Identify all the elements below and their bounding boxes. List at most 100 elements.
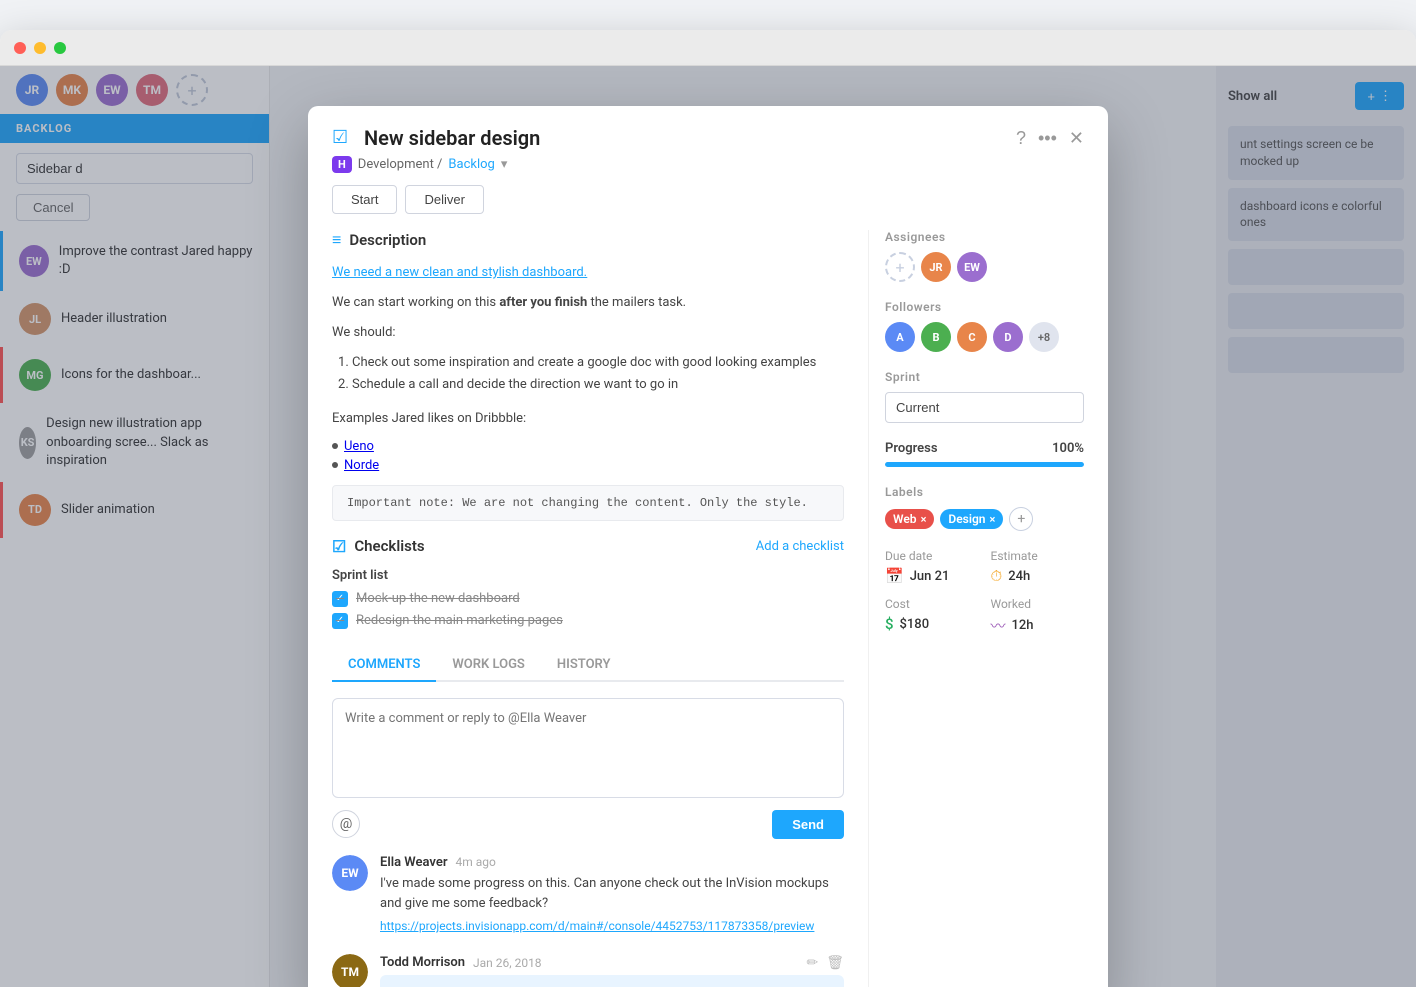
send-button[interactable]: Send — [772, 810, 844, 839]
close-modal-button[interactable]: ✕ — [1069, 128, 1084, 149]
modal-toolbar: Start Deliver — [308, 185, 1108, 230]
todd-comment-actions: ✏ 🗑 — [806, 954, 844, 971]
progress-bar-fill — [885, 462, 1084, 467]
dollar-icon: $ — [885, 615, 894, 633]
deliver-button[interactable]: Deliver — [405, 185, 483, 214]
modal-title-row: ☑ New sidebar design — [332, 126, 540, 150]
bullet-link-ueno: Ueno — [332, 439, 844, 454]
followers-more-badge: +8 — [1029, 322, 1059, 352]
modal-body: ≡ Description We need a new clean and st… — [308, 230, 1108, 987]
bullet-link-norde: Norde — [332, 458, 844, 473]
maximize-window-btn[interactable] — [54, 42, 66, 54]
description-underline-text: We need a new clean and stylish dashboar… — [332, 262, 844, 284]
add-checklist-link[interactable]: Add a checklist — [756, 539, 844, 554]
labels-row: Web × Design × + — [885, 507, 1084, 531]
checkbox-2[interactable]: ✓ — [332, 613, 348, 629]
more-options-button[interactable]: ••• — [1038, 128, 1057, 149]
start-button[interactable]: Start — [332, 185, 397, 214]
ella-time: 4m ago — [456, 855, 496, 869]
progress-bar-background — [885, 462, 1084, 467]
breadcrumb-chevron-icon: ▾ — [501, 157, 508, 172]
modal-actions: ? ••• ✕ — [1016, 128, 1084, 149]
comment-footer: @ Send — [332, 810, 844, 839]
ueno-link[interactable]: Ueno — [344, 439, 374, 454]
followers-section: Followers A B C D +8 — [885, 300, 1084, 352]
checklist-item-2: ✓ Redesign the main marketing pages — [332, 613, 844, 629]
description-title: ≡ Description — [332, 230, 844, 250]
label-design: Design × — [940, 509, 1003, 529]
checklists-section: ☑ Checklists Add a checklist Sprint list… — [332, 537, 844, 629]
description-section: ≡ Description We need a new clean and st… — [332, 230, 844, 521]
assignees-label: Assignees — [885, 230, 1084, 244]
followers-label: Followers — [885, 300, 1084, 314]
estimate-value: ⏱ 24h — [991, 567, 1085, 585]
list-item-2: Schedule a call and decide the direction… — [352, 374, 844, 396]
ella-comment-body: Ella Weaver 4m ago I've made some progre… — [380, 855, 844, 935]
follower-2: B — [921, 322, 951, 352]
clock-icon: ⏱ — [991, 567, 1003, 585]
estimate-item: Estimate ⏱ 24h — [991, 549, 1085, 585]
delete-comment-button[interactable]: 🗑 — [826, 954, 844, 971]
mention-button[interactable]: @ — [332, 810, 360, 838]
mac-window: JR MK EW TM + BACKLOG Cancel EW Improve … — [0, 30, 1416, 987]
tab-history[interactable]: HISTORY — [541, 649, 627, 682]
description-links: Ueno Norde — [332, 439, 844, 473]
task-check-icon: ☑ — [332, 127, 354, 149]
label-web: Web × — [885, 509, 934, 529]
description-paragraph-1: We can start working on this after you f… — [332, 292, 844, 314]
checkbox-1[interactable]: ✓ — [332, 591, 348, 607]
edit-comment-button[interactable]: ✏ — [806, 954, 818, 971]
modal-title: New sidebar design — [364, 126, 540, 150]
remove-web-label-btn[interactable]: × — [921, 513, 927, 526]
bullet-dot — [332, 462, 338, 468]
minimize-window-btn[interactable] — [34, 42, 46, 54]
due-date-label: Due date — [885, 549, 979, 563]
sprint-select[interactable]: Current — [885, 392, 1084, 423]
ella-avatar: EW — [332, 855, 368, 891]
cost-item: Cost $ $180 — [885, 597, 979, 636]
add-assignee-button[interactable]: + — [885, 252, 915, 282]
description-examples: Examples Jared likes on Dribbble: — [332, 408, 844, 430]
ella-comment-text: I've made some progress on this. Can any… — [380, 874, 844, 916]
description-icon: ≡ — [332, 230, 341, 250]
comment-input-area — [332, 698, 844, 798]
help-button[interactable]: ? — [1016, 128, 1026, 149]
norde-link[interactable]: Norde — [344, 458, 379, 473]
worked-value: 〰 12h — [991, 615, 1085, 636]
checklist-header: ☑ Checklists Add a checklist — [332, 537, 844, 556]
assignees-section: Assignees + JR EW — [885, 230, 1084, 282]
meta-grid: Due date 📅 Jun 21 Estimate ⏱ 2 — [885, 549, 1084, 636]
ella-comment-meta: Ella Weaver 4m ago — [380, 855, 844, 870]
followers-row: A B C D +8 — [885, 322, 1084, 352]
labels-label: Labels — [885, 485, 1084, 499]
tab-comments[interactable]: COMMENTS — [332, 649, 436, 682]
progress-section: Progress 100% — [885, 441, 1084, 467]
modal-main: ≡ Description We need a new clean and st… — [308, 230, 868, 987]
todd-comment-bubble: @Ella Weaver Can you start working on th… — [380, 975, 844, 987]
modal-header: ☑ New sidebar design ? ••• ✕ — [308, 106, 1108, 150]
close-window-btn[interactable] — [14, 42, 26, 54]
comment-textarea[interactable] — [345, 711, 831, 781]
bullet-dot — [332, 443, 338, 449]
follower-4: D — [993, 322, 1023, 352]
comment-todd: TM Todd Morrison Jan 26, 2018 ✏ 🗑 — [332, 954, 844, 987]
sprint-section: Sprint Current — [885, 370, 1084, 423]
checklists-title: ☑ Checklists — [332, 537, 425, 556]
breadcrumb-link[interactable]: Backlog — [448, 157, 494, 172]
sprint-list-title: Sprint list — [332, 568, 844, 583]
calendar-icon: 📅 — [885, 567, 904, 585]
ella-author: Ella Weaver — [380, 855, 448, 870]
todd-author: Todd Morrison — [380, 955, 465, 970]
assignees-row: + JR EW — [885, 252, 1084, 282]
cost-value: $ $180 — [885, 615, 979, 633]
ella-comment-link[interactable]: https://projects.invisionapp.com/d/main#… — [380, 919, 814, 933]
list-item-1: Check out some inspiration and create a … — [352, 352, 844, 374]
modal-overlay: ☑ New sidebar design ? ••• ✕ H Developme… — [0, 66, 1416, 987]
content-tabs: COMMENTS WORK LOGS HISTORY — [332, 649, 844, 682]
worked-label: Worked — [991, 597, 1085, 611]
remove-design-label-btn[interactable]: × — [990, 513, 996, 526]
activity-icon: 〰 — [991, 615, 1006, 636]
meta-section: Due date 📅 Jun 21 Estimate ⏱ 2 — [885, 549, 1084, 636]
tab-worklogs[interactable]: WORK LOGS — [436, 649, 540, 682]
add-label-button[interactable]: + — [1009, 507, 1033, 531]
